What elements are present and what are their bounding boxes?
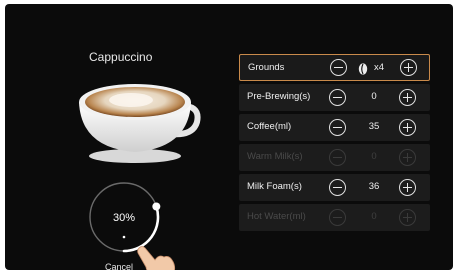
drink-title: Cappuccino [89, 50, 153, 64]
pointing-hand-icon [137, 240, 177, 270]
setting-label: Grounds [248, 62, 285, 73]
setting-label: Coffee(ml) [247, 121, 292, 132]
progress-knob [152, 202, 161, 211]
setting-row-coffee[interactable]: Coffee(ml) 35 [239, 114, 430, 141]
setting-label: Hot Water(ml) [247, 211, 306, 222]
decrease-warm-milk-button [329, 149, 346, 166]
decrease-milk-foam-button[interactable] [329, 179, 346, 196]
setting-value: 0 [371, 91, 377, 102]
setting-value: 0 [371, 211, 377, 222]
settings-list: Grounds x4 Pre-Brewing(s) 0 Coffee(ml) 35 Warm… [239, 54, 430, 234]
progress-dot [122, 235, 126, 239]
setting-value: 35 [368, 121, 380, 132]
decrease-hot-water-button [329, 209, 346, 226]
decrease-coffee-button[interactable] [329, 119, 346, 136]
setting-row-pre-brewing[interactable]: Pre-Brewing(s) 0 [239, 84, 430, 111]
progress-percent: 30% [112, 212, 136, 224]
coffee-bean-icon [358, 62, 368, 75]
setting-value: 36 [368, 181, 380, 192]
increase-warm-milk-button [399, 149, 416, 166]
increase-hot-water-button [399, 209, 416, 226]
cancel-button[interactable]: Cancel [105, 262, 133, 270]
setting-label: Milk Foam(s) [247, 181, 302, 192]
increase-pre-brewing-button[interactable] [399, 89, 416, 106]
increase-coffee-button[interactable] [399, 119, 416, 136]
increase-grounds-button[interactable] [400, 59, 417, 76]
setting-row-milk-foam[interactable]: Milk Foam(s) 36 [239, 174, 430, 201]
increase-milk-foam-button[interactable] [399, 179, 416, 196]
setting-row-warm-milk: Warm Milk(s) 0 [239, 144, 430, 171]
setting-row-grounds[interactable]: Grounds x4 [239, 54, 430, 81]
cappuccino-cup-image [65, 76, 205, 166]
setting-row-hot-water: Hot Water(ml) 0 [239, 204, 430, 231]
setting-value: 0 [371, 151, 377, 162]
decrease-grounds-button[interactable] [330, 59, 347, 76]
setting-value: x4 [373, 62, 385, 73]
setting-label: Warm Milk(s) [247, 151, 303, 162]
setting-label: Pre-Brewing(s) [247, 91, 311, 102]
machine-screen: Cappuccino 30% Cancel Grounds x4 Pre-Bre… [5, 4, 453, 270]
decrease-pre-brewing-button[interactable] [329, 89, 346, 106]
